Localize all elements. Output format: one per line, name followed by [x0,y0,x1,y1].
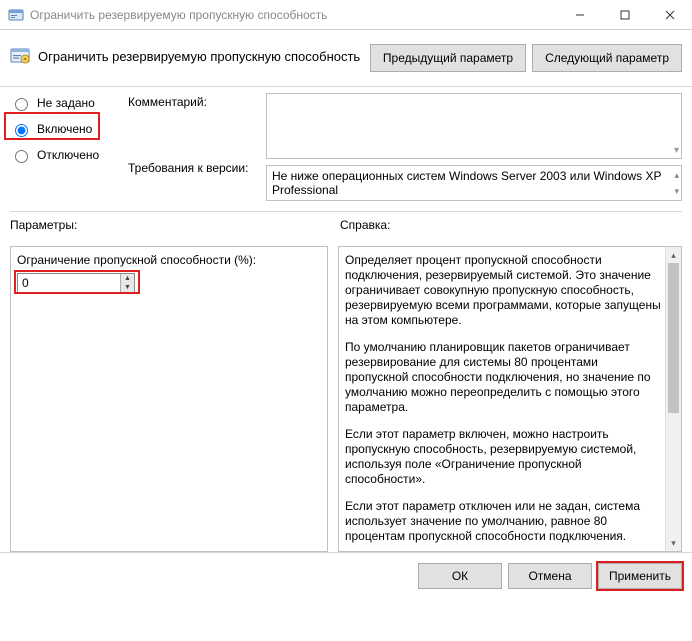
window-title: Ограничить резервируемую пропускную спос… [30,8,557,22]
comment-label: Комментарий: [128,93,258,159]
chevron-down-icon: ▾ [674,184,679,198]
state-radios: Не задано Включено Отключено [10,93,120,201]
scroll-up-icon[interactable]: ▴ [666,247,681,263]
requirements-label: Требования к версии: [128,159,258,175]
section-headings: Параметры: Справка: [0,212,692,236]
titlebar: Ограничить резервируемую пропускную спос… [0,0,692,30]
radio-disabled-label[interactable]: Отключено [37,148,99,162]
maximize-icon [620,10,630,20]
close-icon [665,10,675,20]
next-setting-button[interactable]: Следующий параметр [532,44,682,72]
maximize-button[interactable] [602,0,647,29]
bandwidth-limit-label: Ограничение пропускной способности (%): [17,253,321,267]
params-heading: Параметры: [10,218,330,232]
spin-up-button[interactable]: ▲ [121,274,134,283]
help-heading: Справка: [330,218,682,232]
radio-enabled-label[interactable]: Включено [37,122,92,136]
panels: Ограничение пропускной способности (%): … [0,236,692,552]
help-panel: Определяет процент пропускной способност… [338,246,682,552]
bandwidth-limit-input[interactable] [17,273,135,293]
apply-button[interactable]: Применить [598,563,682,589]
bandwidth-limit-stepper[interactable]: ▲ ▼ [17,273,135,293]
config-area: Не задано Включено Отключено Комментарий… [0,87,692,211]
scroll-down-icon[interactable]: ▾ [666,535,681,551]
cancel-button[interactable]: Отмена [508,563,592,589]
minimize-icon [575,10,585,20]
page-title: Ограничить резервируемую пропускную спос… [38,49,360,64]
help-paragraph: Если этот параметр отключен или не задан… [345,499,661,544]
scroll-thumb[interactable] [668,263,679,413]
prev-setting-button[interactable]: Предыдущий параметр [370,44,526,72]
policy-icon [10,46,30,66]
minimize-button[interactable] [557,0,602,29]
header: Ограничить резервируемую пропускную спос… [0,30,692,87]
requirements-field: Не ниже операционных систем Windows Serv… [266,165,682,201]
chevron-up-icon: ▴ [674,168,679,182]
requirements-text: Не ниже операционных систем Windows Serv… [272,169,661,197]
ok-button[interactable]: ОК [418,563,502,589]
footer: ОК Отмена Применить [0,552,692,599]
radio-disabled[interactable] [15,150,28,163]
help-paragraph: По умолчанию планировщик пакетов огранич… [345,340,661,415]
params-panel: Ограничение пропускной способности (%): … [10,246,328,552]
help-paragraph: Определяет процент пропускной способност… [345,253,661,328]
help-scrollbar[interactable]: ▴ ▾ [665,247,681,551]
radio-enabled[interactable] [15,124,28,137]
radio-not-configured[interactable] [15,98,28,111]
close-button[interactable] [647,0,692,29]
help-paragraph: Если этот параметр включен, можно настро… [345,427,661,487]
app-icon [8,7,24,23]
spin-down-button[interactable]: ▼ [121,283,134,292]
chevron-down-icon: ▾ [674,145,679,156]
radio-not-configured-label[interactable]: Не задано [37,96,95,110]
comment-field[interactable]: ▾ [266,93,682,159]
